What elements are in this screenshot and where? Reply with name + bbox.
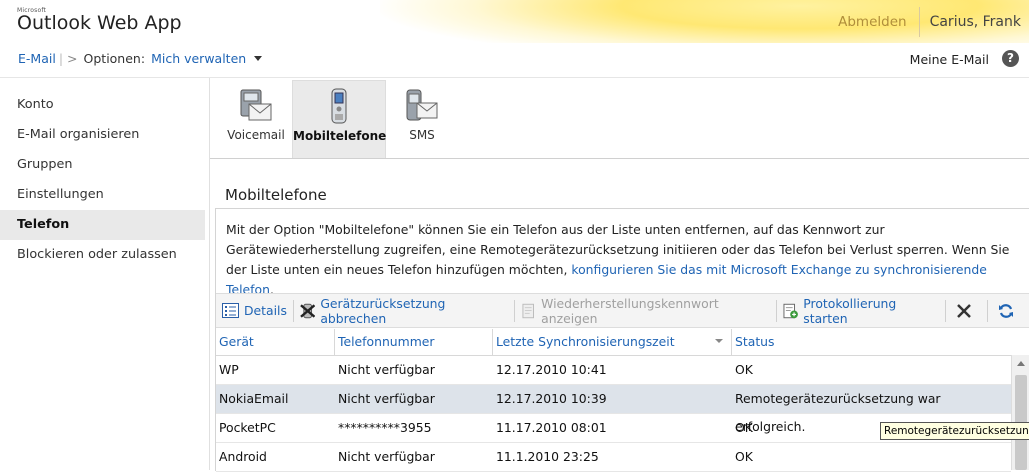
sort-descending-icon bbox=[715, 339, 723, 343]
nav-item-konto[interactable]: Konto bbox=[0, 90, 205, 120]
start-logging-button[interactable]: Protokollierung starten bbox=[777, 294, 945, 327]
nav-item-settings[interactable]: Einstellungen bbox=[0, 180, 205, 210]
cell-status: OK bbox=[735, 362, 753, 377]
phone-tabs: Voicemail Mobiltelefone SMS bbox=[220, 80, 458, 159]
logo-app-name: Outlook Web App bbox=[17, 12, 182, 34]
column-header-phone-number[interactable]: Telefonnummer bbox=[335, 329, 493, 355]
table-scrollbar[interactable] bbox=[1011, 355, 1029, 470]
voicemail-icon bbox=[240, 89, 272, 121]
start-logging-label: Protokollierung starten bbox=[803, 295, 897, 326]
cell-last-sync: 11.1.2010 23:25 bbox=[496, 449, 599, 464]
cell-last-sync: 12.17.2010 10:39 bbox=[496, 391, 607, 406]
header-divider-line bbox=[0, 77, 1029, 78]
cell-device: NokiaEmail bbox=[219, 391, 289, 406]
help-icon[interactable]: ? bbox=[1002, 50, 1019, 67]
refresh-button[interactable] bbox=[988, 294, 1029, 327]
cell-status: Remotegerätezurücksetzung war erfolgreic… bbox=[735, 391, 941, 434]
tab-voicemail[interactable]: Voicemail bbox=[220, 80, 292, 158]
delete-button[interactable] bbox=[946, 294, 987, 327]
signout-link[interactable]: Abmelden bbox=[826, 14, 918, 30]
nav-divider bbox=[209, 78, 210, 470]
breadcrumb: E-Mail | > Optionen: Mich verwalten bbox=[18, 51, 263, 66]
devices-table: Gerät Telefonnummer Letzte Synchronisier… bbox=[216, 329, 1011, 472]
start-logging-icon bbox=[783, 303, 798, 318]
cell-device: WP bbox=[219, 362, 239, 377]
my-mail-link[interactable]: Meine E-Mail bbox=[910, 52, 989, 67]
nav-item-block-allow[interactable]: Blockieren oder zulassen bbox=[0, 240, 205, 270]
details-label: Details bbox=[244, 303, 287, 318]
nav-item-groups[interactable]: Gruppen bbox=[0, 150, 205, 180]
show-recovery-password-label: Wiederherstellungskennwort anzeigen bbox=[541, 295, 719, 326]
mobile-phone-icon bbox=[331, 88, 347, 124]
tab-mobile-phones-label: Mobiltelefone bbox=[293, 129, 387, 143]
tabs-divider bbox=[210, 158, 1029, 159]
column-header-device[interactable]: Gerät bbox=[216, 329, 335, 355]
tab-sms[interactable]: SMS bbox=[386, 80, 458, 158]
page-title: Mobiltelefone bbox=[225, 186, 327, 204]
cell-device: Android bbox=[219, 449, 267, 464]
table-row[interactable]: Android Nicht verfügbar 11.1.2010 23:25 … bbox=[216, 443, 1011, 472]
device-toolbar: Details Gerätzurücksetzung abbrechen Wie… bbox=[216, 293, 1029, 328]
breadcrumb-options-label: Optionen: bbox=[83, 51, 146, 66]
nav-item-phone[interactable]: Telefon bbox=[0, 210, 205, 240]
tab-mobile-phones[interactable]: Mobiltelefone bbox=[292, 80, 386, 159]
breadcrumb-pipe: | bbox=[58, 51, 64, 66]
chevron-down-icon[interactable] bbox=[254, 56, 263, 61]
table-header: Gerät Telefonnummer Letzte Synchronisier… bbox=[216, 329, 1011, 356]
sms-icon bbox=[406, 89, 438, 121]
scroll-up-icon[interactable] bbox=[1012, 355, 1029, 371]
app-header: Microsoft Outlook Web App Abmelden Cariu… bbox=[0, 0, 1029, 43]
column-header-last-sync[interactable]: Letzte Synchronisierungszeit bbox=[493, 329, 732, 355]
table-row[interactable]: NokiaEmail Nicht verfügbar 12.17.2010 10… bbox=[216, 385, 1011, 434]
delete-x-icon bbox=[957, 303, 971, 318]
nav-item-organize-mail[interactable]: E-Mail organisieren bbox=[0, 120, 205, 150]
user-name[interactable]: Carius, Frank bbox=[920, 14, 1029, 30]
cancel-wipe-label: Gerätzurücksetzung abbrechen bbox=[320, 295, 446, 326]
cell-phone-number: **********3955 bbox=[338, 420, 432, 435]
cell-device: PocketPC bbox=[219, 420, 276, 435]
tab-sms-label: SMS bbox=[409, 128, 435, 142]
description-text: Mit der Option "Mobiltelefone" können Si… bbox=[226, 220, 1021, 300]
breadcrumb-current-dropdown[interactable]: Mich verwalten bbox=[151, 51, 246, 66]
cancel-wipe-icon bbox=[300, 303, 316, 318]
cancel-wipe-button[interactable]: Gerätzurücksetzung abbrechen bbox=[294, 294, 514, 327]
options-nav: Konto E-Mail organisieren Gruppen Einste… bbox=[0, 90, 205, 270]
cell-phone-number: Nicht verfügbar bbox=[338, 449, 435, 464]
cell-status: OK bbox=[735, 449, 753, 464]
column-header-last-sync-label: Letzte Synchronisierungszeit bbox=[496, 334, 675, 349]
cell-last-sync: 12.17.2010 10:41 bbox=[496, 362, 607, 377]
cell-phone-number: Nicht verfügbar bbox=[338, 391, 435, 406]
show-recovery-password-button[interactable]: Wiederherstellungskennwort anzeigen bbox=[515, 294, 776, 327]
breadcrumb-mail-link[interactable]: E-Mail bbox=[18, 51, 56, 66]
outlook-logo: Microsoft Outlook Web App bbox=[17, 7, 182, 34]
status-tooltip: Remotegerätezurücksetzung w bbox=[880, 422, 1029, 440]
cell-phone-number: Nicht verfügbar bbox=[338, 362, 435, 377]
details-icon bbox=[222, 303, 239, 318]
details-button[interactable]: Details bbox=[216, 294, 293, 327]
tab-voicemail-label: Voicemail bbox=[227, 128, 285, 142]
breadcrumb-separator: > bbox=[67, 51, 78, 66]
column-header-status[interactable]: Status bbox=[732, 329, 1011, 355]
cell-last-sync: 11.17.2010 08:01 bbox=[496, 420, 607, 435]
refresh-icon bbox=[999, 303, 1014, 318]
recovery-password-icon bbox=[522, 303, 534, 318]
table-row[interactable]: WP Nicht verfügbar 12.17.2010 10:41 OK bbox=[216, 356, 1011, 385]
